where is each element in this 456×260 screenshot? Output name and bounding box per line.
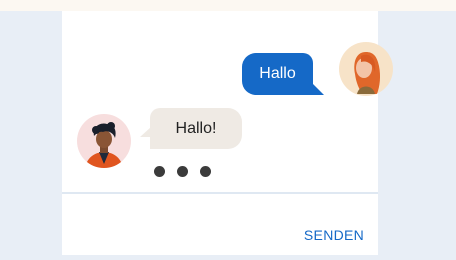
typing-dot <box>200 166 211 177</box>
outgoing-message-bubble: Hallo <box>242 53 324 95</box>
typing-dot <box>154 166 165 177</box>
typing-dots-icon <box>154 166 214 180</box>
woman-red-hair-avatar-icon <box>354 52 381 94</box>
top-strip <box>0 0 456 11</box>
send-button[interactable]: SENDEN <box>294 223 374 247</box>
incoming-message-bubble: Hallo! <box>140 108 242 149</box>
outgoing-message-text: Hallo <box>259 65 296 82</box>
incoming-message-text: Hallo! <box>175 120 217 137</box>
typing-dot <box>177 166 188 177</box>
sender-avatar <box>339 42 393 96</box>
receiver-avatar <box>77 114 131 168</box>
chat-window: Hallo Hallo! SENDEN <box>62 11 393 255</box>
composer-divider <box>62 192 378 194</box>
man-dark-hair-avatar-icon <box>85 122 123 168</box>
